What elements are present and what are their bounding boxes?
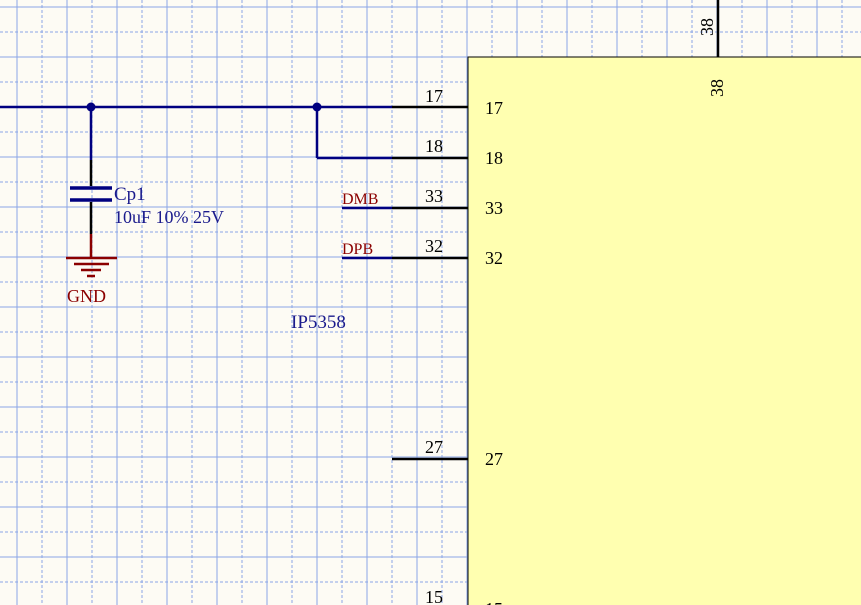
pin-33-number: 33: [425, 186, 443, 206]
pin-32-label: 32: [485, 248, 503, 268]
component-designator[interactable]: IP5358: [291, 312, 346, 333]
gnd-label[interactable]: GND: [67, 286, 106, 306]
pin-32-number: 32: [425, 236, 443, 256]
pin-17-number: 17: [425, 86, 443, 106]
pin-17-label: 17: [485, 98, 503, 118]
capacitor-value[interactable]: 10uF 10% 25V: [114, 207, 224, 227]
net-label-dmb[interactable]: DMB: [342, 191, 378, 208]
pin-15-label: 15: [485, 599, 503, 605]
pin-38-label: 38: [707, 79, 727, 97]
junction-dot: [86, 102, 96, 112]
ic-body[interactable]: [467, 56, 861, 605]
schematic-canvas[interactable]: 38 38 Cp1 10uF 10% 25V GND DMB DPB IP535…: [0, 0, 861, 605]
pin-18-number: 18: [425, 136, 443, 156]
pin-38-number: 38: [697, 18, 717, 36]
junction-dot: [312, 102, 322, 112]
pin-33-label: 33: [485, 198, 503, 218]
pin-27-number: 27: [425, 437, 443, 457]
capacitor-designator[interactable]: Cp1: [114, 184, 146, 205]
net-label-dpb[interactable]: DPB: [342, 241, 373, 258]
pin-27-label: 27: [485, 449, 503, 469]
pin-18-label: 18: [485, 148, 503, 168]
pin-15-number: 15: [425, 587, 443, 605]
